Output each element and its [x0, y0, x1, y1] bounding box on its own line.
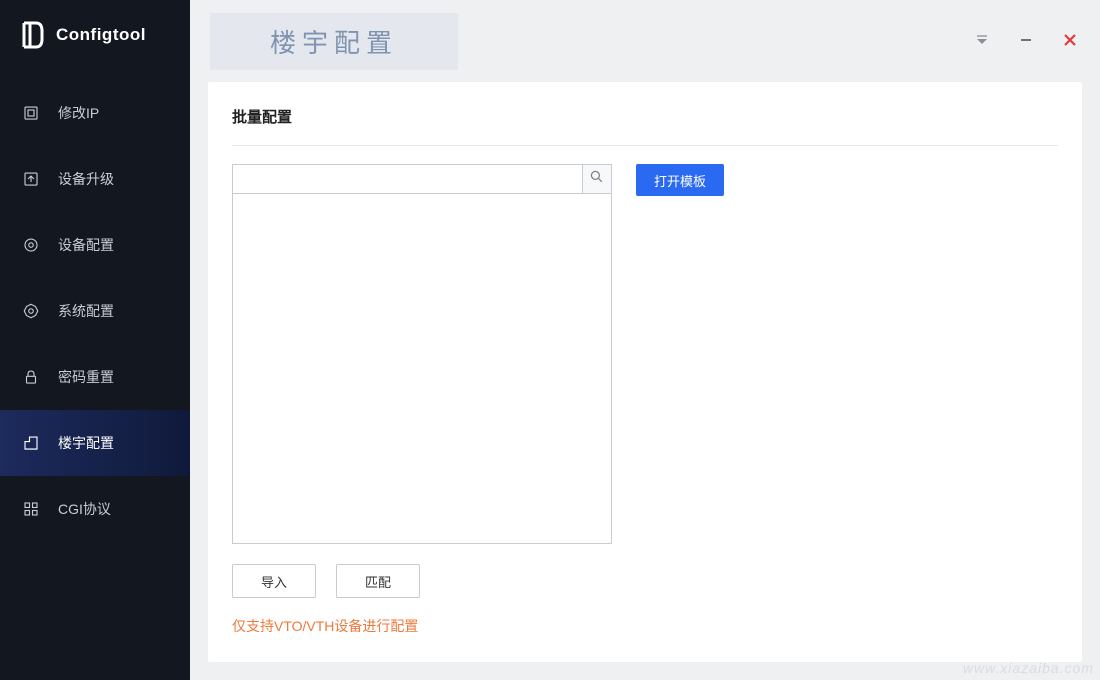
match-button[interactable]: 匹配	[336, 564, 420, 598]
open-template-button[interactable]: 打开模板	[636, 164, 724, 196]
watermark: www.xiazaiba.com	[963, 660, 1094, 676]
section-title: 批量配置	[232, 106, 1058, 127]
header: 楼宇配置	[190, 0, 1100, 72]
minimize-button[interactable]	[1018, 32, 1034, 48]
sidebar: Configtool 修改IP 设备升级 设备配置 系统配置	[0, 0, 190, 680]
header-tab: 楼宇配置	[210, 13, 458, 70]
sidebar-item-building-config[interactable]: 楼宇配置	[0, 410, 190, 476]
upgrade-icon	[22, 170, 40, 188]
file-box	[232, 164, 612, 544]
sidebar-item-device-upgrade[interactable]: 设备升级	[0, 146, 190, 212]
app-name: Configtool	[56, 25, 146, 45]
sidebar-item-modify-ip[interactable]: 修改IP	[0, 80, 190, 146]
close-button[interactable]	[1062, 32, 1078, 48]
main-area: 楼宇配置 批量配置	[190, 0, 1100, 680]
divider	[232, 145, 1058, 146]
target-icon	[22, 236, 40, 254]
window-controls	[974, 32, 1078, 48]
sidebar-item-device-config[interactable]: 设备配置	[0, 212, 190, 278]
sidebar-item-label: 楼宇配置	[58, 433, 114, 453]
browse-button[interactable]	[582, 164, 612, 194]
sidebar-item-label: 修改IP	[58, 103, 99, 123]
logo-area: Configtool	[0, 0, 190, 70]
sidebar-item-password-reset[interactable]: 密码重置	[0, 344, 190, 410]
ip-icon	[22, 104, 40, 122]
search-row	[232, 164, 612, 194]
sidebar-item-cgi-protocol[interactable]: CGI协议	[0, 476, 190, 542]
sidebar-item-system-config[interactable]: 系统配置	[0, 278, 190, 344]
logo-icon	[20, 21, 44, 49]
building-icon	[22, 434, 40, 452]
hint-text: 仅支持VTO/VTH设备进行配置	[232, 616, 1058, 636]
result-list[interactable]	[232, 194, 612, 544]
file-path-input[interactable]	[232, 164, 582, 194]
gear-icon	[22, 302, 40, 320]
content-card: 批量配置 打开模板 导入 匹配 仅支持VTO/VTH设备进行配置	[208, 82, 1082, 662]
sidebar-item-label: 设备配置	[58, 235, 114, 255]
grid-icon	[22, 500, 40, 518]
search-icon	[589, 169, 605, 190]
action-row: 导入 匹配	[232, 564, 1058, 598]
lock-icon	[22, 368, 40, 386]
sidebar-nav: 修改IP 设备升级 设备配置 系统配置 密码重置	[0, 80, 190, 542]
import-button[interactable]: 导入	[232, 564, 316, 598]
sidebar-item-label: 密码重置	[58, 367, 114, 387]
config-row: 打开模板	[232, 164, 1058, 544]
sidebar-item-label: 系统配置	[58, 301, 114, 321]
dropdown-icon[interactable]	[974, 32, 990, 48]
sidebar-item-label: 设备升级	[58, 169, 114, 189]
sidebar-item-label: CGI协议	[58, 499, 111, 519]
